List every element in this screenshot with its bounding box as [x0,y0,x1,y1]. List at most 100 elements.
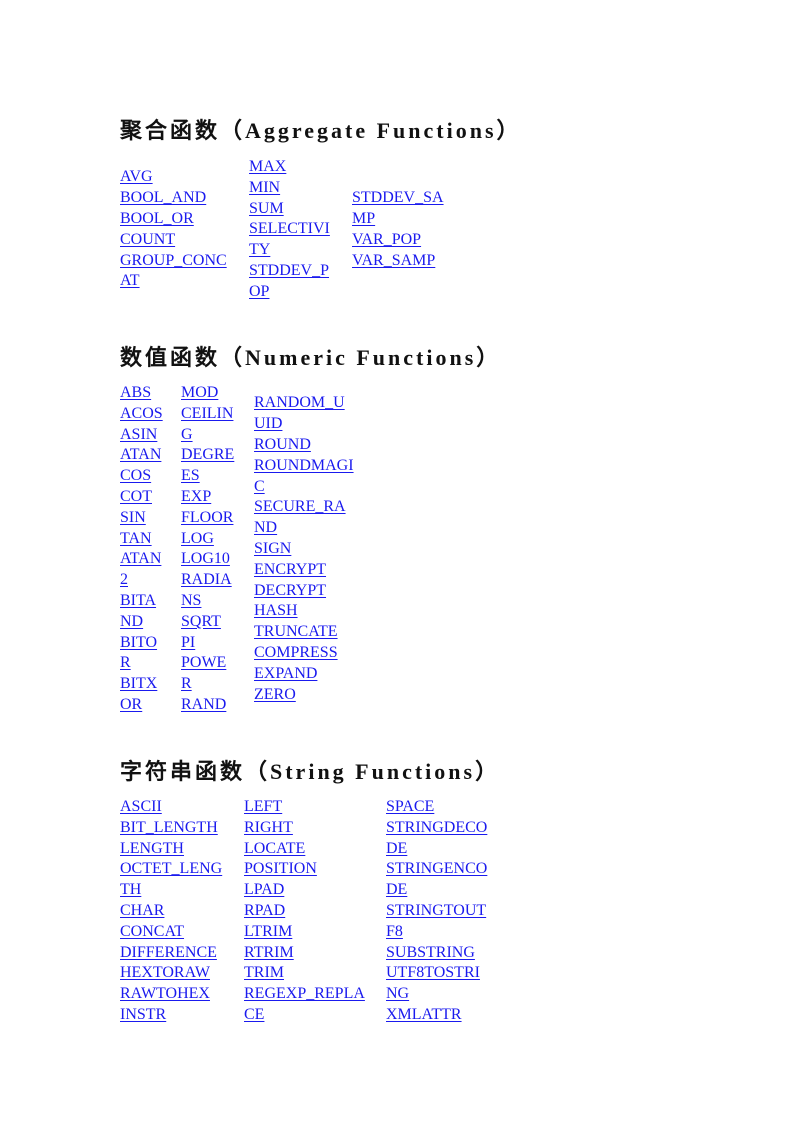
function-link[interactable]: AVG [120,167,249,188]
function-link[interactable]: TAN [120,529,181,550]
function-link[interactable]: EXP [181,487,254,508]
function-link[interactable]: G [181,425,254,446]
function-link[interactable]: SELECTIVI [249,219,352,240]
function-link[interactable]: TRIM [244,963,386,984]
function-link[interactable]: RPAD [244,901,386,922]
function-link[interactable]: F8 [386,922,506,943]
function-link[interactable]: COUNT [120,230,249,251]
function-link[interactable]: DECRYPT [254,581,364,602]
function-link[interactable]: POWE [181,653,254,674]
function-link[interactable]: STRINGENCO [386,859,506,880]
function-link[interactable]: MAX [249,157,352,178]
string-functions-table: ASCII BIT_LENGTH LENGTH OCTET_LENG TH CHAR CON… [120,797,506,1026]
function-link[interactable]: SIGN [254,539,364,560]
function-link[interactable]: TY [249,240,352,261]
function-link[interactable]: ASIN [120,425,181,446]
function-link[interactable]: SUM [249,199,352,220]
function-link[interactable]: ND [254,518,364,539]
function-link[interactable]: LTRIM [244,922,386,943]
function-link[interactable]: OP [249,282,352,303]
function-link[interactable]: ND [120,612,181,633]
function-link[interactable]: ATAN [120,445,181,466]
function-link[interactable]: ASCII [120,797,244,818]
function-link[interactable]: COS [120,466,181,487]
function-link[interactable]: STDDEV_SA [352,188,462,209]
function-link[interactable]: DE [386,880,506,901]
function-link[interactable]: NS [181,591,254,612]
function-link[interactable]: COT [120,487,181,508]
function-link[interactable]: ZERO [254,685,364,706]
function-link[interactable]: HASH [254,601,364,622]
function-link[interactable]: RIGHT [244,818,386,839]
function-link[interactable]: SPACE [386,797,506,818]
function-link[interactable]: NG [386,984,506,1005]
function-link[interactable]: ENCRYPT [254,560,364,581]
function-link[interactable]: SQRT [181,612,254,633]
function-link[interactable]: BOOL_OR [120,209,249,230]
function-link[interactable]: LEFT [244,797,386,818]
function-link[interactable]: EXPAND [254,664,364,685]
function-link[interactable]: REGEXP_REPLA [244,984,386,1005]
function-link[interactable]: BITO [120,633,181,654]
function-link[interactable]: STRINGDECO [386,818,506,839]
function-link[interactable]: GROUP_CONC [120,251,249,272]
function-link[interactable]: LPAD [244,880,386,901]
function-link[interactable]: OR [120,695,181,716]
function-link[interactable]: BIT_LENGTH [120,818,244,839]
function-link[interactable]: STRINGTOUT [386,901,506,922]
function-link[interactable]: LOG10 [181,549,254,570]
function-link[interactable]: RADIA [181,570,254,591]
function-link[interactable]: ES [181,466,254,487]
function-link[interactable]: R [181,674,254,695]
function-link[interactable]: TH [120,880,244,901]
function-link[interactable]: BITA [120,591,181,612]
function-link[interactable]: LOG [181,529,254,550]
function-link[interactable]: RANDOM_U [254,393,364,414]
numeric-column-1: ABS ACOS ASIN ATAN COS COT SIN TAN ATAN 2 BITA ND BI… [120,383,181,716]
function-link[interactable]: CONCAT [120,922,244,943]
function-link[interactable]: PI [181,633,254,654]
function-link[interactable]: UID [254,414,364,435]
function-link[interactable]: POSITION [244,859,386,880]
function-link[interactable]: DEGRE [181,445,254,466]
function-link[interactable]: SECURE_RA [254,497,364,518]
function-link[interactable]: CHAR [120,901,244,922]
function-link[interactable]: ABS [120,383,181,404]
function-link[interactable]: STDDEV_P [249,261,352,282]
function-link[interactable]: UTF8TOSTRI [386,963,506,984]
function-link[interactable]: VAR_POP [352,230,462,251]
function-link[interactable]: HEXTORAW [120,963,244,984]
function-link[interactable]: MOD [181,383,254,404]
function-link[interactable]: CE [244,1005,386,1026]
function-link[interactable]: SIN [120,508,181,529]
function-link[interactable]: AT [120,271,249,292]
function-link[interactable]: BITX [120,674,181,695]
function-link[interactable]: RTRIM [244,943,386,964]
function-link[interactable]: SUBSTRING [386,943,506,964]
function-link[interactable]: BOOL_AND [120,188,249,209]
function-link[interactable]: ROUNDMAGI [254,456,364,477]
function-link[interactable]: DE [386,839,506,860]
function-link[interactable]: RAND [181,695,254,716]
function-link[interactable]: VAR_SAMP [352,251,462,272]
function-link[interactable]: OCTET_LENG [120,859,244,880]
function-link[interactable]: FLOOR [181,508,254,529]
function-link[interactable]: LOCATE [244,839,386,860]
function-link[interactable]: MP [352,209,462,230]
function-link[interactable]: C [254,477,364,498]
function-link[interactable]: COMPRESS [254,643,364,664]
function-link[interactable]: CEILIN [181,404,254,425]
function-link[interactable]: TRUNCATE [254,622,364,643]
function-link[interactable]: R [120,653,181,674]
function-link[interactable]: LENGTH [120,839,244,860]
function-link[interactable]: ATAN [120,549,181,570]
string-column-3: SPACE STRINGDECO DE STRINGENCO DE STRINGTOUT F… [386,797,506,1026]
function-link[interactable]: INSTR [120,1005,244,1026]
function-link[interactable]: MIN [249,178,352,199]
function-link[interactable]: XMLATTR [386,1005,506,1026]
function-link[interactable]: RAWTOHEX [120,984,244,1005]
function-link[interactable]: ACOS [120,404,181,425]
function-link[interactable]: ROUND [254,435,364,456]
function-link[interactable]: 2 [120,570,181,591]
function-link[interactable]: DIFFERENCE [120,943,244,964]
